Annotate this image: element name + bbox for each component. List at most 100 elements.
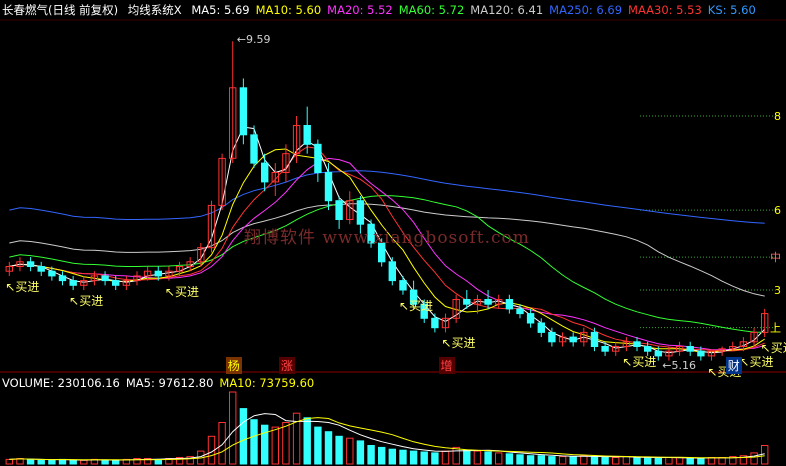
volume-bar — [218, 422, 226, 465]
volume-bar — [697, 458, 705, 465]
volume-bar — [250, 419, 258, 465]
candle-body — [356, 200, 365, 225]
volume-ma-item: MA5: 97612.80 — [125, 376, 214, 390]
y-tick-label: 上 — [770, 322, 781, 335]
event-label: 财 — [725, 357, 742, 374]
volume-bar — [495, 452, 503, 465]
volume-bar — [558, 456, 567, 465]
volume-bar — [686, 458, 694, 465]
buy-signal-label: ↖买进 — [69, 294, 104, 309]
volume-bar — [229, 391, 237, 465]
volume-ma-item: MA10: 73759.60 — [219, 376, 315, 390]
volume-bar — [261, 424, 269, 465]
volume-bar — [69, 459, 77, 465]
candle-body — [505, 299, 514, 310]
volume-bar — [324, 431, 333, 465]
watermark: 翔博软件 www.xiangbosoft.com — [244, 228, 530, 248]
volume-bar — [420, 451, 428, 465]
candle-body — [48, 270, 56, 277]
candle-body — [335, 200, 343, 220]
volume-bar — [601, 457, 609, 465]
volume-bar — [569, 456, 577, 465]
candle-body — [112, 280, 120, 286]
candle-body — [548, 331, 556, 343]
buy-signal-label: ↖买进 — [398, 298, 434, 313]
volume-bar — [484, 451, 492, 465]
volume-bar — [548, 456, 556, 465]
candle-body — [101, 275, 109, 282]
candle-body — [516, 308, 524, 315]
volume-bar — [441, 450, 450, 465]
volume-bar — [622, 456, 631, 465]
volume-bar — [80, 459, 88, 465]
volume-bar — [505, 453, 514, 465]
maa30-line — [9, 146, 765, 352]
ma20-line — [9, 157, 765, 351]
volume-bar — [271, 426, 280, 465]
candle-body — [37, 266, 45, 272]
volume-ma5-line — [9, 413, 765, 461]
volume-ma-item: VOLUME: 230106.16 — [2, 376, 120, 390]
candle-body — [324, 172, 333, 202]
high-price-label: ←9.59 — [236, 33, 271, 47]
volume-bar — [5, 458, 13, 465]
volume-bar — [665, 457, 673, 465]
candle-body — [26, 261, 35, 267]
candle-body — [399, 280, 407, 291]
volume-bar — [761, 445, 769, 465]
ma60-line — [9, 195, 765, 333]
candle-body — [154, 270, 163, 277]
ma250-line — [9, 170, 765, 224]
candle-body — [261, 162, 269, 183]
candle-body — [644, 346, 652, 352]
volume-bar — [303, 417, 311, 465]
volume-bar — [612, 457, 620, 465]
candle-body — [69, 280, 77, 286]
volume-bar — [590, 456, 599, 465]
volume-bar — [48, 459, 56, 465]
volume-bar — [367, 445, 375, 465]
candle-body — [526, 313, 535, 324]
buy-signal-label: ↖买进 — [164, 284, 199, 299]
y-tick-label: 8 — [774, 110, 781, 123]
candle-body — [431, 317, 439, 329]
volume-bar — [463, 449, 471, 465]
volume-bar — [644, 457, 652, 465]
volume-bar — [654, 458, 662, 465]
volume-bar — [239, 408, 248, 465]
candle-body — [537, 322, 545, 333]
candle-body — [58, 275, 67, 282]
candle-body — [463, 299, 471, 305]
ma10-line — [9, 148, 765, 353]
volume-bar — [378, 446, 386, 465]
volume-bar — [750, 452, 758, 465]
volume-bar — [346, 437, 354, 465]
buy-signal-label: ↖买进 — [5, 279, 40, 294]
candle-body — [303, 125, 311, 145]
event-label: 杨 — [225, 357, 242, 374]
candle-body — [686, 346, 694, 352]
volume-bar — [473, 450, 482, 465]
candle-body — [590, 331, 599, 347]
buy-signal-label: ↖买进 — [441, 336, 476, 351]
volume-bar — [537, 455, 545, 465]
y-tick-label: 6 — [774, 204, 781, 217]
volume-bar — [399, 449, 407, 465]
event-label: 增 — [438, 357, 455, 374]
volume-bar — [112, 459, 120, 465]
volume-header: VOLUME: 230106.16 MA5: 97612.80 MA10: 7375… — [2, 375, 326, 391]
candle-body — [633, 341, 641, 347]
volume-bar — [452, 446, 460, 465]
volume-bar — [409, 450, 418, 465]
candle-body — [314, 143, 322, 174]
volume-bar — [718, 457, 726, 465]
y-tick-label: 中 — [770, 251, 781, 264]
candle-body — [250, 134, 258, 164]
volume-bar — [675, 457, 684, 465]
volume-bar — [516, 454, 524, 465]
volume-ma10-line — [9, 417, 765, 461]
volume-bar — [26, 458, 35, 465]
candle-body — [484, 299, 492, 305]
volume-bar — [580, 455, 588, 465]
volume-bar — [526, 455, 535, 465]
